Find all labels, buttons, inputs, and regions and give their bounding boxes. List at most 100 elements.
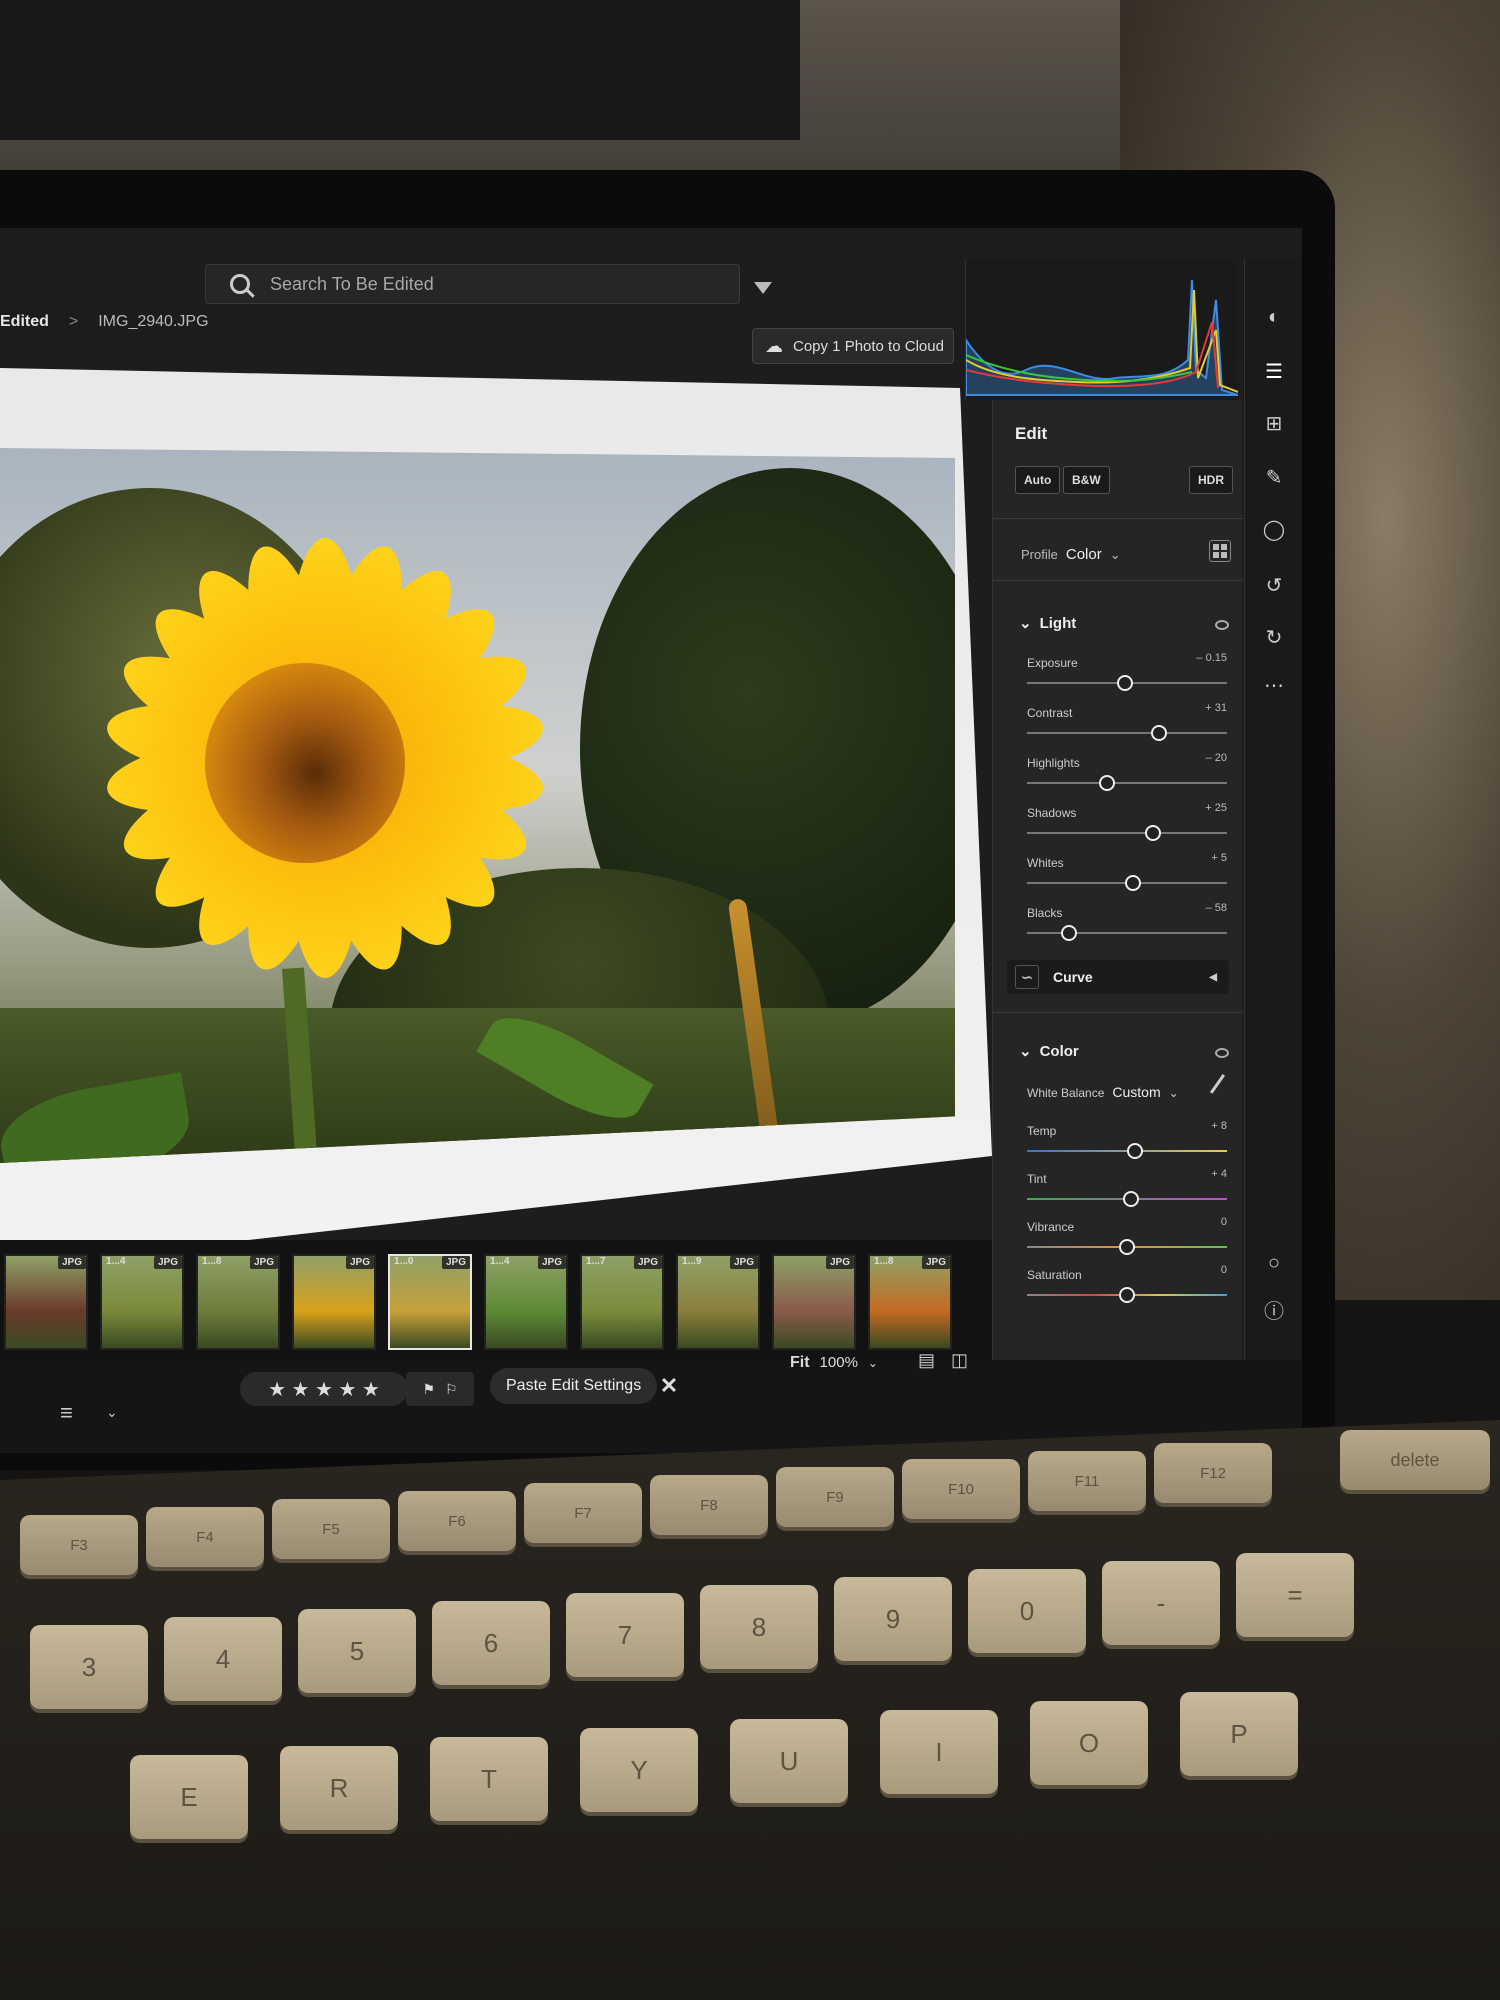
key-p[interactable]: P (1180, 1692, 1298, 1776)
filmstrip-thumbnail[interactable]: 1...7 JPG (580, 1254, 664, 1350)
profile-browser-icon[interactable] (1209, 540, 1231, 562)
slider-shadows[interactable]: Shadows + 25 (1027, 802, 1227, 856)
slider-handle[interactable] (1117, 675, 1133, 691)
key-f8[interactable]: F8 (650, 1475, 768, 1535)
slider-handle[interactable] (1123, 1191, 1139, 1207)
filmstrip-thumbnail[interactable]: 1...8 JPG (196, 1254, 280, 1350)
slider-track[interactable] (1027, 932, 1227, 934)
crop-icon[interactable]: ⊞ (1261, 410, 1287, 436)
bw-button[interactable]: B&W (1063, 466, 1110, 494)
key-o[interactable]: O (1030, 1701, 1148, 1785)
white-balance-selector[interactable]: White Balance Custom ⌄ (1027, 1084, 1179, 1100)
key-f3[interactable]: F3 (20, 1515, 138, 1575)
key--[interactable]: - (1102, 1561, 1220, 1645)
key-6[interactable]: 6 (432, 1601, 550, 1685)
chevron-down-icon[interactable]: ⌄ (106, 1404, 118, 1421)
eye-icon[interactable] (1215, 620, 1229, 630)
key-4[interactable]: 4 (164, 1617, 282, 1701)
slider-track[interactable] (1027, 782, 1227, 784)
flag-pick-icon[interactable]: ⚑ (422, 1381, 435, 1398)
tag-icon[interactable]: ○ (1261, 1250, 1287, 1276)
key-f4[interactable]: F4 (146, 1507, 264, 1567)
key-r[interactable]: R (280, 1746, 398, 1830)
eye-icon[interactable] (1215, 1048, 1229, 1058)
key-f6[interactable]: F6 (398, 1491, 516, 1551)
key-f11[interactable]: F11 (1028, 1451, 1146, 1511)
key-t[interactable]: T (430, 1737, 548, 1821)
key-delete[interactable]: delete (1340, 1430, 1490, 1490)
key-f7[interactable]: F7 (524, 1483, 642, 1543)
filmstrip-thumbnail[interactable]: JPG (4, 1254, 88, 1350)
slider-blacks[interactable]: Blacks – 58 (1027, 902, 1227, 956)
key-7[interactable]: 7 (566, 1593, 684, 1677)
key-y[interactable]: Y (580, 1728, 698, 1812)
slider-handle[interactable] (1125, 875, 1141, 891)
edit-sliders-icon[interactable]: ☰ (1261, 358, 1287, 384)
eyedropper-icon[interactable] (1209, 1073, 1235, 1101)
paste-edit-settings-button[interactable]: Paste Edit Settings (490, 1368, 658, 1404)
key-e[interactable]: E (130, 1755, 248, 1839)
slider-handle[interactable] (1061, 925, 1077, 941)
masking-icon[interactable]: ◯ (1261, 516, 1287, 542)
filmstrip-thumbnail[interactable]: 1...8 JPG (868, 1254, 952, 1350)
light-section-header[interactable]: ⌄ Light (1019, 614, 1076, 633)
presets-icon[interactable]: ◐ (1261, 304, 1287, 330)
slider-saturation[interactable]: Saturation 0 (1027, 1264, 1227, 1318)
flag-reject-icon[interactable]: ⚐ (445, 1381, 458, 1398)
slider-handle[interactable] (1151, 725, 1167, 741)
search-input[interactable]: Search To Be Edited (205, 264, 740, 304)
curve-section[interactable]: ∽ Curve ◀ (1007, 960, 1229, 994)
copy-to-cloud-button[interactable]: ☁ Copy 1 Photo to Cloud (752, 328, 954, 364)
sort-icon[interactable]: ≡ (60, 1400, 73, 1426)
key-i[interactable]: I (880, 1710, 998, 1794)
slider-whites[interactable]: Whites + 5 (1027, 852, 1227, 906)
slider-handle[interactable] (1145, 825, 1161, 841)
hdr-button[interactable]: HDR (1189, 466, 1233, 494)
filmstrip-thumbnail[interactable]: JPG (772, 1254, 856, 1350)
key-8[interactable]: 8 (700, 1585, 818, 1669)
key-u[interactable]: U (730, 1719, 848, 1803)
profile-selector[interactable]: Profile Color ⌄ (1021, 546, 1121, 563)
slider-handle[interactable] (1099, 775, 1115, 791)
slider-contrast[interactable]: Contrast + 31 (1027, 702, 1227, 756)
key-f9[interactable]: F9 (776, 1467, 894, 1527)
history-icon[interactable]: ↺ (1261, 572, 1287, 598)
key-f12[interactable]: F12 (1154, 1443, 1272, 1503)
slider-tint[interactable]: Tint + 4 (1027, 1168, 1227, 1222)
breadcrumb-edited[interactable]: Edited (0, 313, 49, 331)
versions-icon[interactable]: ↻ (1261, 624, 1287, 650)
slider-track[interactable] (1027, 732, 1227, 734)
slider-track[interactable] (1027, 832, 1227, 834)
slider-highlights[interactable]: Highlights – 20 (1027, 752, 1227, 806)
slider-handle[interactable] (1119, 1287, 1135, 1303)
filmstrip-thumbnail[interactable]: 1...4 JPG (100, 1254, 184, 1350)
healing-brush-icon[interactable]: ✎ (1261, 464, 1287, 490)
auto-button[interactable]: Auto (1015, 466, 1061, 494)
flag-buttons[interactable]: ⚑ ⚐ (406, 1372, 474, 1406)
key-3[interactable]: 3 (30, 1625, 148, 1709)
filmstrip-thumbnail[interactable]: 1...0 JPG (388, 1254, 472, 1350)
key-0[interactable]: 0 (968, 1569, 1086, 1653)
close-icon[interactable]: ✕ (655, 1372, 683, 1400)
color-section-header[interactable]: ⌄ Color (1019, 1042, 1079, 1061)
slider-exposure[interactable]: Exposure – 0.15 (1027, 652, 1227, 706)
filter-icon[interactable] (754, 282, 772, 294)
compare-view-icon[interactable]: ◫ (951, 1350, 968, 1371)
slider-vibrance[interactable]: Vibrance 0 (1027, 1216, 1227, 1270)
photo-canvas[interactable] (0, 368, 992, 1268)
key-f10[interactable]: F10 (902, 1459, 1020, 1519)
zoom-controls[interactable]: Fit 100% ⌄ (790, 1354, 878, 1372)
filmstrip-thumbnail[interactable]: 1...4 JPG (484, 1254, 568, 1350)
filmstrip-thumbnail[interactable]: 1...9 JPG (676, 1254, 760, 1350)
key-=[interactable]: = (1236, 1553, 1354, 1637)
slider-temp[interactable]: Temp + 8 (1027, 1120, 1227, 1174)
star-rating[interactable]: ★ ★ ★ ★ ★ (240, 1372, 408, 1406)
slider-handle[interactable] (1119, 1239, 1135, 1255)
key-f5[interactable]: F5 (272, 1499, 390, 1559)
slider-handle[interactable] (1127, 1143, 1143, 1159)
info-icon[interactable]: ⓘ (1261, 1296, 1287, 1323)
key-5[interactable]: 5 (298, 1609, 416, 1693)
key-9[interactable]: 9 (834, 1577, 952, 1661)
more-icon[interactable]: ⋯ (1261, 672, 1287, 698)
filmstrip-view-icon[interactable]: ▤ (918, 1350, 935, 1371)
